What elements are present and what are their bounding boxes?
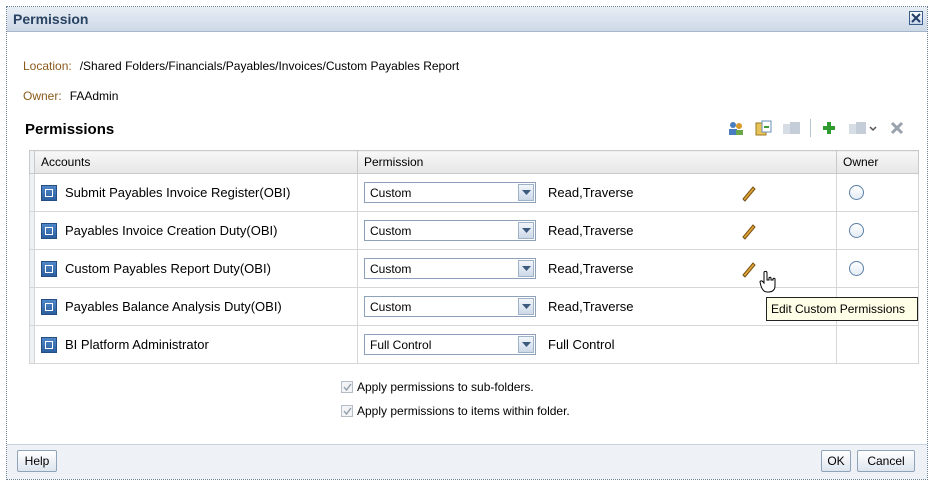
table-row[interactable]: BI Platform Administrator Full Control F… xyxy=(29,325,919,364)
table-row[interactable]: Payables Invoice Creation Duty(OBI) Cust… xyxy=(29,211,919,250)
add-users-button[interactable] xyxy=(726,119,746,137)
account-name: Payables Balance Analysis Duty(OBI) xyxy=(65,299,282,314)
permission-select-value: Custom xyxy=(370,299,412,314)
permission-select[interactable]: Custom xyxy=(364,296,536,317)
check-icon xyxy=(342,383,352,391)
add-button[interactable] xyxy=(819,119,839,137)
paste-permissions-button[interactable] xyxy=(782,119,802,137)
owner-cell xyxy=(836,211,919,250)
accounts-header[interactable]: Accounts xyxy=(34,150,358,174)
account-icon xyxy=(41,298,57,315)
copy-permissions-button[interactable] xyxy=(754,119,774,137)
account-cell: Custom Payables Report Duty(OBI) xyxy=(34,249,358,288)
permissions-toolbar xyxy=(726,118,907,138)
account-icon xyxy=(41,222,57,239)
paste-permissions-icon xyxy=(783,122,800,134)
permission-select[interactable]: Custom xyxy=(364,182,536,203)
account-cell: Payables Balance Analysis Duty(OBI) xyxy=(34,287,358,326)
location-label: Location: xyxy=(23,59,72,73)
dropdown-arrow-icon xyxy=(518,260,534,277)
permissions-table: Accounts Permission Owner Submit Payable… xyxy=(29,150,919,364)
apply-subfolders-checkbox[interactable] xyxy=(341,381,353,393)
dropdown-arrow-icon xyxy=(518,336,534,353)
permission-select[interactable]: Custom xyxy=(364,258,536,279)
apply-subfolders-label: Apply permissions to sub-folders. xyxy=(357,380,534,394)
delete-icon xyxy=(890,121,904,135)
owner-cell xyxy=(836,249,919,288)
permission-select-value: Full Control xyxy=(370,337,432,352)
help-button[interactable]: Help xyxy=(17,450,57,472)
permission-header[interactable]: Permission xyxy=(357,150,837,174)
ok-button[interactable]: OK xyxy=(821,450,851,472)
account-icon xyxy=(41,184,57,201)
close-button[interactable] xyxy=(909,11,923,25)
permission-select-value: Custom xyxy=(370,185,412,200)
owner-radio[interactable] xyxy=(849,223,864,238)
account-cell: Submit Payables Invoice Register(OBI) xyxy=(34,173,358,212)
apply-items-option: Apply permissions to items within folder… xyxy=(341,404,570,418)
owner-radio[interactable] xyxy=(849,261,864,276)
table-row[interactable]: Submit Payables Invoice Register(OBI) Cu… xyxy=(29,173,919,212)
account-name: Payables Invoice Creation Duty(OBI) xyxy=(65,223,278,238)
permission-text: Full Control xyxy=(548,337,615,352)
tooltip: Edit Custom Permissions xyxy=(766,297,918,321)
add-icon xyxy=(823,122,835,134)
apply-subfolders-option: Apply permissions to sub-folders. xyxy=(341,380,534,394)
permission-select-value: Custom xyxy=(370,223,412,238)
owner-header[interactable]: Owner xyxy=(836,150,919,174)
apply-items-checkbox[interactable] xyxy=(341,405,353,417)
permission-text: Read,Traverse xyxy=(548,299,634,314)
edit-icon[interactable] xyxy=(738,182,760,204)
table-row[interactable]: Custom Payables Report Duty(OBI) Custom … xyxy=(29,249,919,288)
permission-select[interactable]: Full Control xyxy=(364,334,536,355)
account-name: BI Platform Administrator xyxy=(65,337,209,352)
permission-cell: Custom Read,Traverse xyxy=(357,211,837,250)
paste-dropdown-button[interactable] xyxy=(847,119,879,137)
owner-radio[interactable] xyxy=(849,185,864,200)
account-cell: Payables Invoice Creation Duty(OBI) xyxy=(34,211,358,250)
owner-label: Owner: xyxy=(23,89,62,103)
owner-value: FAAdmin xyxy=(69,89,119,103)
account-icon xyxy=(41,336,57,353)
owner-cell xyxy=(836,173,919,212)
dropdown-arrow-icon xyxy=(518,184,534,201)
dialog-titlebar: Permission xyxy=(7,7,927,32)
table-header-row: Accounts Permission Owner xyxy=(29,150,919,174)
delete-button[interactable] xyxy=(887,119,907,137)
permission-cell: Custom Read,Traverse xyxy=(357,173,837,212)
dropdown-arrow-icon xyxy=(518,222,534,239)
account-icon xyxy=(41,260,57,277)
permission-select[interactable]: Custom xyxy=(364,220,536,241)
apply-items-label: Apply permissions to items within folder… xyxy=(357,404,570,418)
owner-row: Owner: FAAdmin xyxy=(23,89,118,103)
cancel-button[interactable]: Cancel xyxy=(857,450,915,472)
dialog-title: Permission xyxy=(13,11,89,27)
permissions-title: Permissions xyxy=(25,121,115,138)
account-cell: BI Platform Administrator xyxy=(34,325,358,364)
copy-permissions-icon xyxy=(755,120,772,136)
paste-dropdown-icon xyxy=(849,122,877,134)
account-name: Custom Payables Report Duty(OBI) xyxy=(65,261,271,276)
permission-select-value: Custom xyxy=(370,261,412,276)
owner-cell xyxy=(836,325,919,364)
permission-dialog: Permission Location: /Shared Folders/Fina… xyxy=(6,6,928,480)
add-users-icon xyxy=(729,122,743,135)
location-row: Location: /Shared Folders/Financials/Paya… xyxy=(23,59,459,73)
dialog-footer: Help OK Cancel xyxy=(7,444,927,479)
dropdown-arrow-icon xyxy=(518,298,534,315)
edit-icon[interactable] xyxy=(738,220,760,242)
permission-text: Read,Traverse xyxy=(548,185,634,200)
toolbar-separator xyxy=(810,119,811,137)
close-icon xyxy=(911,13,921,23)
check-icon xyxy=(342,407,352,415)
permission-text: Read,Traverse xyxy=(548,261,634,276)
permission-text: Read,Traverse xyxy=(548,223,634,238)
permission-cell: Full Control Full Control xyxy=(357,325,837,364)
account-name: Submit Payables Invoice Register(OBI) xyxy=(65,185,291,200)
edit-icon[interactable] xyxy=(738,258,760,280)
location-value: /Shared Folders/Financials/Payables/Invo… xyxy=(79,59,460,73)
hand-cursor-icon xyxy=(758,270,778,297)
